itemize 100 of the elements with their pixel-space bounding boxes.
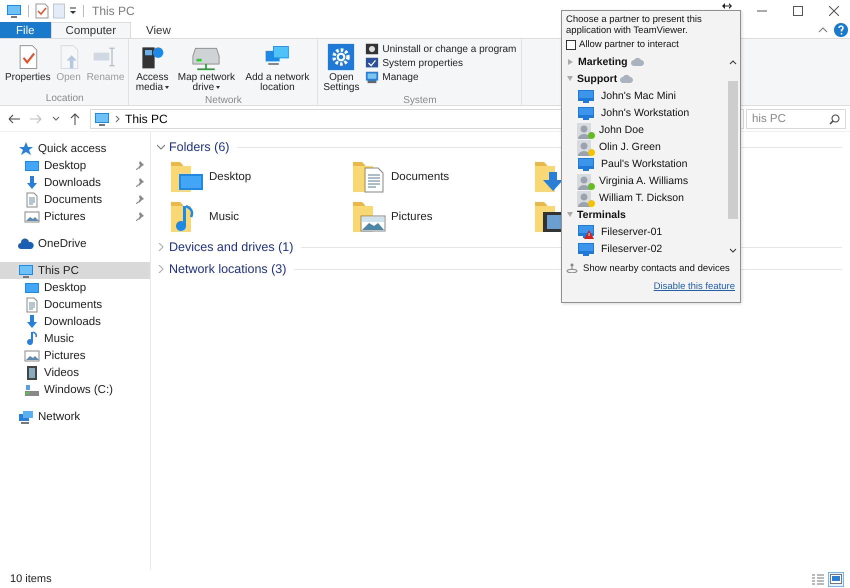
chevron-icon[interactable] [157,143,165,151]
group-label: Location [44,93,85,105]
chevron-icon [115,114,120,122]
avatar-icon [577,140,591,156]
maximize-icon[interactable] [793,6,803,16]
picture-icon [24,208,40,224]
computer-management-icon [365,70,380,84]
group-label: Network [204,95,243,105]
nav-item[interactable]: Videos [0,364,150,381]
folder-item[interactable]: Music [209,211,240,223]
item-count: 10 items [10,573,52,585]
group-header[interactable]: Terminals [562,206,727,223]
breadcrumb[interactable]: This PC [125,112,168,126]
nav-item[interactable]: OneDrive [0,235,150,252]
avatar-icon [577,174,591,190]
monitor-icon [577,242,595,256]
properties-icon[interactable] [35,3,49,19]
ribbon-button[interactable]: Map network drive [174,41,238,95]
section-header[interactable]: Network locations (3) [169,262,286,276]
desktop-folder-icon [169,160,205,194]
ribbon-button[interactable]: System properties [363,56,518,70]
monitor-warning-icon [577,224,595,239]
dropdown-icon[interactable] [69,6,77,16]
pictures-folder-icon [351,200,387,234]
settings-icon [327,43,356,71]
chevron-icon[interactable] [157,243,165,251]
star-icon [18,140,34,156]
nav-item[interactable]: Documents [0,296,150,313]
up-button[interactable] [68,112,82,124]
recent-locations-button[interactable] [50,116,62,122]
section-header[interactable]: Devices and drives (1) [169,240,294,254]
system-window-icon [365,56,380,70]
section-header[interactable]: Folders (6) [169,140,230,154]
nav-item[interactable]: Windows (C:) [0,381,150,398]
group-header[interactable]: Marketing [562,53,727,70]
chevron-icon[interactable] [157,265,165,273]
computer-icon [18,262,34,278]
avatar-icon [577,122,591,138]
folder-item[interactable]: Desktop [209,171,252,183]
contact-item[interactable]: Fileserver-02 [601,242,662,254]
ribbon-tab[interactable]: Computer [50,22,132,38]
disable-feature-link[interactable]: Disable this feature [654,281,735,292]
contact-item[interactable]: William T. Dickson [599,192,684,204]
nearby-devices-link[interactable]: Show nearby contacts and devices [583,262,730,274]
ribbon-button[interactable]: Uninstall or change a program [363,42,518,56]
ribbon-button[interactable]: Add a network location [240,41,314,95]
window-title: This PC [92,4,135,18]
nav-item[interactable]: Quick access [0,140,150,157]
monitor-icon [577,156,595,170]
cloud-icon [18,236,34,252]
allow-interact-checkbox[interactable]: Allow partner to interact [562,37,740,52]
nav-item[interactable]: This PC [0,262,150,279]
scroll-up-icon[interactable] [729,58,737,66]
nav-item[interactable]: Documents [0,191,150,208]
large-icons-view-button[interactable] [828,572,844,586]
group-label[interactable]: Terminals [577,208,626,220]
nav-item[interactable]: Desktop [0,279,150,296]
ribbon-tab[interactable]: View [131,22,186,38]
group-label: System [402,95,438,105]
nav-item[interactable]: Pictures [0,208,150,225]
music-note-icon [24,330,40,346]
scrollbar-thumb[interactable] [728,81,738,219]
resize-arrow-icon[interactable] [722,3,732,9]
ribbon-button[interactable]: Open Settings [321,41,362,95]
nav-item[interactable]: Music [0,330,150,347]
nav-item[interactable]: Pictures [0,347,150,364]
file-menu-tab[interactable]: File [0,22,51,38]
nav-item[interactable]: Network [0,408,150,425]
computer-icon [6,3,22,19]
contact-item[interactable]: Virginia A. Williams [599,174,688,186]
nav-item[interactable]: Downloads [0,313,150,330]
nav-item[interactable]: Downloads [0,174,150,191]
folder-item[interactable]: Pictures [391,211,433,223]
contact-item[interactable]: Fileserver-01 [601,226,662,238]
search-field[interactable]: his PC [746,108,846,128]
scroll-down-icon[interactable] [729,247,737,255]
help-icon[interactable] [834,23,848,37]
group-header[interactable]: Support [562,70,727,87]
search-icon [829,114,840,124]
ribbon-button[interactable]: Access media [132,41,172,95]
contact-item[interactable]: Paul's Workstation [601,158,688,170]
download-arrow-icon [24,314,40,330]
contact-item[interactable]: John's Mac Mini [601,90,676,102]
document-icon [24,192,40,208]
folder-item[interactable]: Documents [391,171,450,183]
avatar-icon [577,190,591,206]
download-arrow-icon [24,174,40,190]
computer-icon [94,110,110,126]
details-view-button[interactable] [810,572,826,586]
close-icon[interactable] [829,6,839,16]
contact-item[interactable]: Olin J. Green [599,140,661,152]
network-icon [18,408,34,424]
monitor-icon [577,88,595,102]
back-button[interactable] [6,114,22,124]
collapse-ribbon-icon[interactable] [818,26,828,34]
nav-item[interactable]: Desktop [0,157,150,174]
film-icon [24,364,40,380]
ribbon-button[interactable]: Properties [4,41,52,93]
contact-item[interactable]: John's Workstation [601,106,690,118]
ribbon-button[interactable]: Manage [363,70,518,84]
